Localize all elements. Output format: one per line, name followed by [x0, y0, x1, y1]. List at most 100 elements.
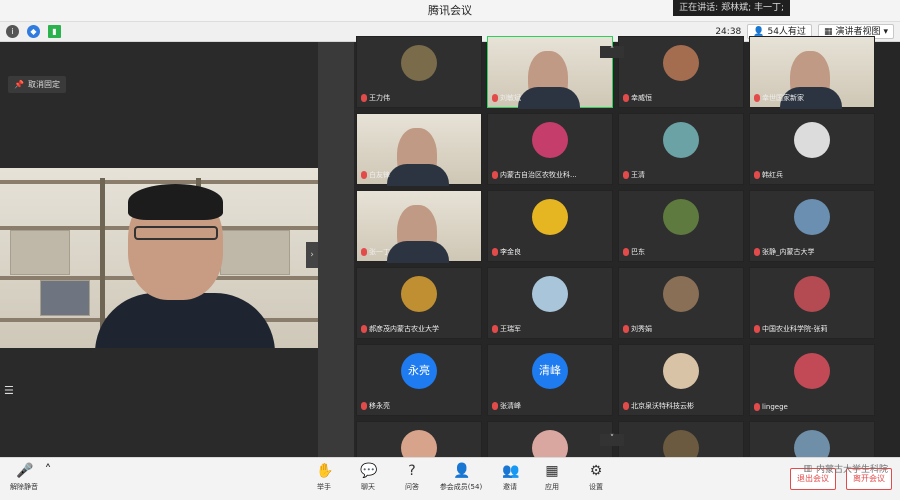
participant-name: 王瑞军 [492, 324, 608, 334]
participant-tile[interactable]: 北京泉沃特科技云彬 [618, 344, 744, 416]
apps-button[interactable]: ▦ 应用 [532, 463, 572, 492]
participant-tile[interactable]: 张静_内蒙古大学 [749, 190, 875, 262]
avatar [663, 199, 699, 235]
participant-tile[interactable]: 刘秀娟 [618, 267, 744, 339]
speaker-video[interactable] [0, 168, 318, 348]
info-icon[interactable]: i [6, 25, 19, 38]
muted-mic-icon [623, 402, 629, 410]
members-label: 参会成员(54) [439, 483, 483, 491]
participant-name-text: 韩红兵 [762, 171, 783, 179]
participant-name: 韩红兵 [754, 170, 870, 180]
participant-tile[interactable]: 李金良 [487, 190, 613, 262]
members-icon: 👤 [453, 463, 471, 479]
shelf-line [0, 180, 318, 184]
participant-name-text: 张静_内蒙古大学 [762, 248, 815, 256]
unpin-label: 取消固定 [27, 80, 60, 89]
participant-name-text: 郝彦茂内蒙古农业大学 [369, 325, 439, 333]
participant-tile[interactable]: 王瑞军 [487, 267, 613, 339]
muted-mic-icon [754, 171, 760, 179]
participant-name-text: 巴东 [631, 248, 645, 256]
participant-tile[interactable]: lingege [749, 344, 875, 416]
participant-tile[interactable]: 刘敏斌 [487, 36, 613, 109]
members-button[interactable]: 👤 参会成员(54) [436, 463, 486, 492]
muted-mic-icon [361, 248, 367, 256]
participant-tile[interactable]: 永亮 移永亮 [356, 344, 482, 416]
participant-tile[interactable]: 内蒙古自治区农牧业科... [487, 113, 613, 185]
participant-name: 白友锋 [361, 170, 477, 180]
participant-tile[interactable]: 张一丁 [356, 190, 482, 263]
question-icon: ? [408, 463, 416, 479]
participant-tile[interactable]: 幸世国家新家 [749, 36, 875, 109]
avatar [401, 276, 437, 312]
speaker-glasses [134, 226, 218, 240]
participant-name: 郝彦茂内蒙古农业大学 [361, 324, 477, 334]
participant-tile[interactable]: 幸威恒 [618, 36, 744, 108]
participant-name-text: 幸威恒 [631, 94, 652, 102]
shelf-books [10, 230, 70, 275]
title-bar: 腾讯会议 正在讲话: 郑林斌; 丰一丁; [0, 0, 900, 22]
avatar [794, 122, 830, 158]
participant-name-text: lingege [762, 403, 788, 411]
participant-name: 张清峰 [492, 401, 608, 411]
avatar [663, 353, 699, 389]
participant-name-text: 王力伟 [369, 94, 390, 102]
participant-name: 张一丁 [361, 247, 477, 257]
scroll-down-button[interactable]: ˅ [600, 434, 624, 446]
avatar [532, 199, 568, 235]
muted-mic-icon: 🎤 [16, 463, 34, 479]
chevron-down-icon: ▾ [883, 26, 888, 37]
participant-name: 张静_内蒙古大学 [754, 247, 870, 257]
participant-name-text: 张清峰 [500, 402, 521, 410]
participant-name: 巴东 [623, 247, 739, 257]
apps-label: 应用 [545, 483, 559, 491]
participant-name: 刘秀娟 [623, 324, 739, 334]
muted-mic-icon [361, 325, 367, 333]
avatar [794, 276, 830, 312]
muted-mic-icon [623, 248, 629, 256]
participant-name-text: 刘敏斌 [500, 94, 521, 102]
participant-tile[interactable]: 韩红兵 [749, 113, 875, 185]
participant-tile[interactable]: 白友锋 [356, 113, 482, 186]
chevron-up-icon: ˄ [44, 463, 52, 479]
muted-mic-icon [492, 402, 498, 410]
chat-icon: 💬 [360, 463, 378, 479]
unmute-button[interactable]: 🎤 解除静音 [4, 463, 44, 492]
mic-options-button[interactable]: ˄ [40, 463, 54, 482]
unpin-button[interactable]: 📌 取消固定 [8, 76, 66, 93]
avatar [794, 199, 830, 235]
participant-name-text: 王清 [631, 171, 645, 179]
list-icon[interactable]: ☰ [4, 384, 20, 398]
monitor [40, 280, 90, 316]
muted-mic-icon [361, 171, 367, 179]
participant-name: 李金良 [492, 247, 608, 257]
muted-mic-icon [492, 248, 498, 256]
participant-tile[interactable]: 郝彦茂内蒙古农业大学 [356, 267, 482, 339]
muted-mic-icon [361, 94, 367, 102]
participant-tile[interactable]: 清峰 张清峰 [487, 344, 613, 416]
participant-tile[interactable]: 王清 [618, 113, 744, 185]
muted-mic-icon [492, 171, 498, 179]
avatar [663, 276, 699, 312]
avatar [663, 122, 699, 158]
invite-button[interactable]: 👥 邀请 [490, 463, 530, 492]
chat-button[interactable]: 💬 聊天 [348, 463, 388, 492]
speaking-banner: 正在讲话: 郑林斌; 丰一丁; [673, 0, 790, 16]
participant-tile[interactable]: 王力伟 [356, 36, 482, 108]
raise-hand-button[interactable]: ✋ 举手 [304, 463, 344, 492]
signal-icon[interactable]: ▮ [48, 25, 61, 38]
participant-tile[interactable]: 巴东 [618, 190, 744, 262]
muted-mic-icon [623, 171, 629, 179]
collapse-panel-button[interactable]: › [306, 242, 318, 268]
scroll-up-button[interactable]: ˄ [600, 46, 624, 58]
participant-name: 刘敏斌 [492, 93, 608, 103]
chat-label: 聊天 [361, 483, 375, 491]
settings-button[interactable]: ⚙ 设置 [576, 463, 616, 492]
shield-icon[interactable]: ◆ [27, 25, 40, 38]
participant-tile[interactable]: 中国农业科学院-张莉 [749, 267, 875, 339]
qa-button[interactable]: ? 问答 [392, 463, 432, 492]
participant-name-text: 幸世国家新家 [762, 94, 804, 102]
unmute-label: 解除静音 [10, 483, 38, 491]
info-icons: i ◆ ▮ [6, 25, 61, 38]
participant-name-text: 王瑞军 [500, 325, 521, 333]
muted-mic-icon [754, 325, 760, 333]
